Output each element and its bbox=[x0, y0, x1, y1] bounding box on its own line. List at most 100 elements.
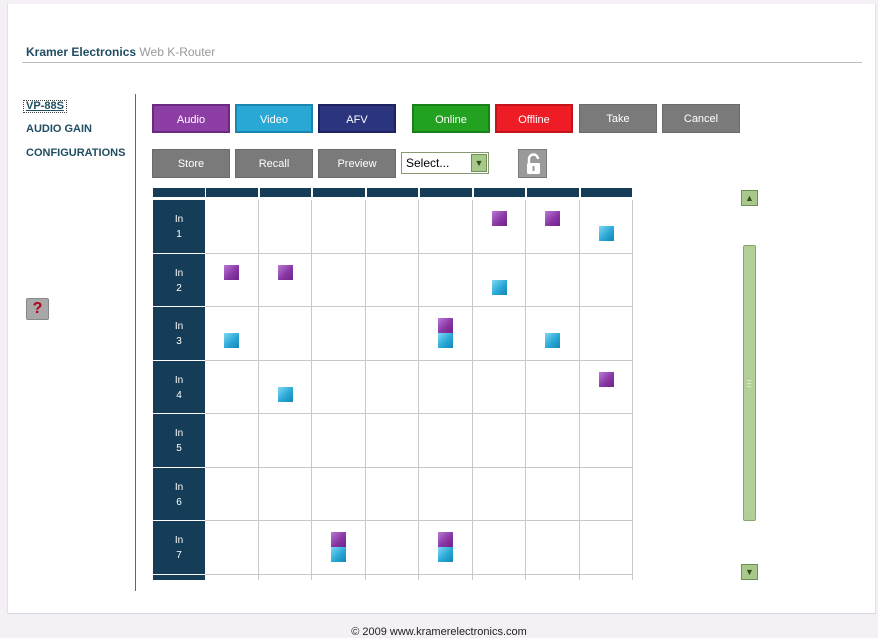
matrix-cell-in2-out4[interactable] bbox=[365, 253, 419, 307]
matrix-cell-in7-out5[interactable] bbox=[419, 521, 473, 575]
matrix-cell-in8-out1[interactable] bbox=[205, 574, 259, 580]
matrix-cell-in7-out8[interactable] bbox=[579, 521, 633, 575]
routing-matrix: In 1 In 2 In 3 In 4 In 5 In 6 In 7 In8 bbox=[153, 188, 634, 580]
matrix-cell-in1-out3[interactable] bbox=[312, 200, 366, 254]
footer-copyright: © 2009 www.kramerelectronics.com bbox=[351, 626, 527, 638]
matrix-header-output-2 bbox=[259, 188, 311, 197]
video-button[interactable]: Video bbox=[235, 104, 313, 133]
matrix-cell-in5-out5[interactable] bbox=[419, 414, 473, 468]
matrix-cell-in7-out7[interactable] bbox=[526, 521, 580, 575]
matrix-cell-in4-out5[interactable] bbox=[419, 360, 473, 414]
matrix-cell-in1-out7[interactable] bbox=[526, 200, 580, 254]
matrix-cell-in5-out1[interactable] bbox=[205, 414, 259, 468]
matrix-cell-in1-out6[interactable] bbox=[472, 200, 526, 254]
matrix-cell-in8-out4[interactable] bbox=[365, 574, 419, 580]
matrix-cell-in3-out1[interactable] bbox=[205, 307, 259, 361]
matrix-cell-in6-out3[interactable] bbox=[312, 467, 366, 521]
matrix-cell-in1-out5[interactable] bbox=[419, 200, 473, 254]
matrix-cell-in2-out7[interactable] bbox=[526, 253, 580, 307]
nav-item-audio-gain[interactable]: AUDIO GAIN bbox=[26, 122, 125, 137]
matrix-header-output-8 bbox=[580, 188, 632, 197]
matrix-cell-in4-out2[interactable] bbox=[258, 360, 312, 414]
take-button[interactable]: Take bbox=[579, 104, 657, 133]
matrix-cell-in6-out6[interactable] bbox=[472, 467, 526, 521]
matrix-cell-in8-out7[interactable] bbox=[526, 574, 580, 580]
matrix-cell-in2-out3[interactable] bbox=[312, 253, 366, 307]
matrix-cell-in2-out5[interactable] bbox=[419, 253, 473, 307]
matrix-cell-in5-out6[interactable] bbox=[472, 414, 526, 468]
help-button[interactable]: ? bbox=[26, 298, 49, 320]
afv-button[interactable]: AFV bbox=[318, 104, 396, 133]
matrix-cell-in3-out2[interactable] bbox=[258, 307, 312, 361]
input-label-3: In 3 bbox=[153, 307, 205, 360]
matrix-cell-in5-out2[interactable] bbox=[258, 414, 312, 468]
matrix-cell-in4-out6[interactable] bbox=[472, 360, 526, 414]
chevron-down-icon[interactable]: ▼ bbox=[471, 154, 487, 172]
matrix-cell-in3-out3[interactable] bbox=[312, 307, 366, 361]
matrix-cell-in2-out1[interactable] bbox=[205, 253, 259, 307]
offline-button[interactable]: Offline bbox=[495, 104, 573, 133]
nav-item-configurations[interactable]: CONFIGURATIONS bbox=[26, 146, 125, 161]
matrix-cell-in8-out6[interactable] bbox=[472, 574, 526, 580]
matrix-cell-in4-out4[interactable] bbox=[365, 360, 419, 414]
video-route-icon bbox=[598, 226, 614, 241]
matrix-header-output-7 bbox=[527, 188, 579, 197]
matrix-cell-in7-out1[interactable] bbox=[205, 521, 259, 575]
matrix-cell-in6-out2[interactable] bbox=[258, 467, 312, 521]
video-route-icon bbox=[545, 333, 560, 348]
preset-select[interactable]: Select... ▼ bbox=[401, 152, 489, 174]
matrix-cell-in3-out7[interactable] bbox=[526, 307, 580, 361]
matrix-cell-in2-out8[interactable] bbox=[579, 253, 633, 307]
matrix-cell-in6-out8[interactable] bbox=[579, 467, 633, 521]
input-label-5: In 5 bbox=[153, 414, 205, 467]
audio-route-icon bbox=[438, 532, 453, 547]
matrix-cell-in1-out1[interactable] bbox=[205, 200, 259, 254]
matrix-cell-in6-out5[interactable] bbox=[419, 467, 473, 521]
lock-icon bbox=[527, 153, 540, 174]
preview-button[interactable]: Preview bbox=[318, 149, 396, 178]
matrix-cell-in6-out1[interactable] bbox=[205, 467, 259, 521]
matrix-cell-in2-out2[interactable] bbox=[258, 253, 312, 307]
matrix-cell-in3-out6[interactable] bbox=[472, 307, 526, 361]
matrix-cell-in5-out4[interactable] bbox=[365, 414, 419, 468]
nav-item-device[interactable]: VP-88S bbox=[23, 100, 67, 113]
matrix-cell-in4-out1[interactable] bbox=[205, 360, 259, 414]
input-label-4: In 4 bbox=[153, 360, 205, 413]
matrix-cell-in3-out8[interactable] bbox=[579, 307, 633, 361]
matrix-cell-in8-out3[interactable] bbox=[312, 574, 366, 580]
matrix-cell-in4-out7[interactable] bbox=[526, 360, 580, 414]
input-label-6: In 6 bbox=[153, 467, 205, 520]
matrix-scrollbar[interactable]: ▲ – – – ▼ bbox=[741, 190, 758, 580]
matrix-cell-in3-out5[interactable] bbox=[419, 307, 473, 361]
matrix-cell-in1-out8[interactable] bbox=[579, 200, 633, 254]
online-button[interactable]: Online bbox=[412, 104, 490, 133]
matrix-cell-in2-out6[interactable] bbox=[472, 253, 526, 307]
scroll-down-icon[interactable]: ▼ bbox=[741, 564, 758, 580]
recall-button[interactable]: Recall bbox=[235, 149, 313, 178]
matrix-cell-in6-out7[interactable] bbox=[526, 467, 580, 521]
matrix-cell-in8-out8[interactable] bbox=[579, 574, 633, 580]
matrix-cell-in3-out4[interactable] bbox=[365, 307, 419, 361]
store-button[interactable]: Store bbox=[152, 149, 230, 178]
matrix-cell-in7-out4[interactable] bbox=[365, 521, 419, 575]
matrix-cell-in7-out3[interactable] bbox=[312, 521, 366, 575]
matrix-cell-in1-out4[interactable] bbox=[365, 200, 419, 254]
matrix-cell-in4-out3[interactable] bbox=[312, 360, 366, 414]
matrix-cell-in4-out8[interactable] bbox=[579, 360, 633, 414]
scroll-thumb[interactable]: – – – bbox=[743, 245, 756, 521]
matrix-cell-in8-out5[interactable] bbox=[419, 574, 473, 580]
matrix-cell-in7-out6[interactable] bbox=[472, 521, 526, 575]
cancel-button[interactable]: Cancel bbox=[662, 104, 740, 133]
matrix-cell-in7-out2[interactable] bbox=[258, 521, 312, 575]
matrix-cell-in5-out7[interactable] bbox=[526, 414, 580, 468]
lock-button[interactable] bbox=[518, 149, 547, 178]
sidebar-divider bbox=[135, 94, 136, 591]
matrix-cell-in5-out8[interactable] bbox=[579, 414, 633, 468]
matrix-cell-in6-out4[interactable] bbox=[365, 467, 419, 521]
audio-button[interactable]: Audio bbox=[152, 104, 230, 133]
input-label-prefix: In bbox=[174, 481, 184, 493]
matrix-cell-in1-out2[interactable] bbox=[258, 200, 312, 254]
matrix-cell-in8-out2[interactable] bbox=[258, 574, 312, 580]
scroll-up-icon[interactable]: ▲ bbox=[741, 190, 758, 206]
matrix-cell-in5-out3[interactable] bbox=[312, 414, 366, 468]
